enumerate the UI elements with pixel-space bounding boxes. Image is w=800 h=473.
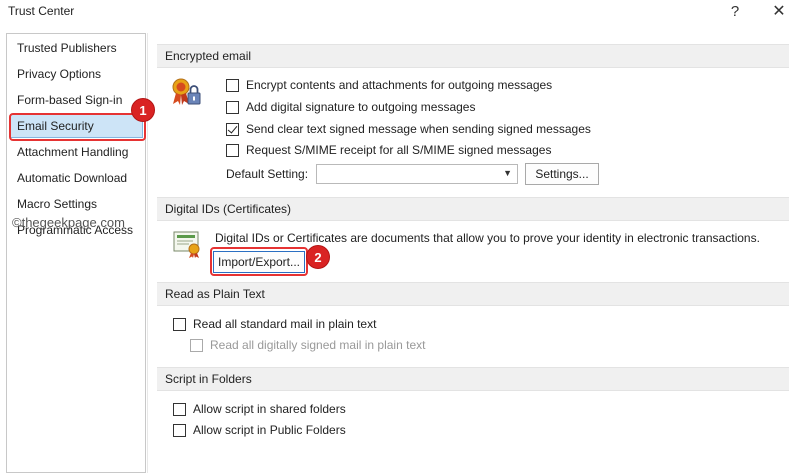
section-header-script-folders: Script in Folders — [157, 367, 789, 391]
send-clear-text-label: Send clear text signed message when send… — [246, 122, 591, 136]
close-button[interactable]: ✕ — [764, 1, 794, 25]
add-digital-signature-checkbox[interactable] — [226, 101, 239, 114]
read-standard-plain-text-label: Read all standard mail in plain text — [193, 317, 377, 331]
title-bar: Trust Center ? ✕ — [0, 0, 800, 28]
section-header-plain-text: Read as Plain Text — [157, 282, 789, 306]
sidebar-item-macro-settings[interactable]: Macro Settings — [10, 192, 143, 216]
step-badge-1: 1 — [131, 98, 155, 122]
read-standard-plain-text-checkbox[interactable] — [173, 318, 186, 331]
allow-script-public-checkbox[interactable] — [173, 424, 186, 437]
allow-script-shared-label: Allow script in shared folders — [193, 402, 346, 416]
sidebar-item-privacy-options[interactable]: Privacy Options — [10, 62, 143, 86]
dropdown-arrow-icon: ▼ — [503, 168, 512, 178]
send-clear-text-checkbox[interactable] — [226, 123, 239, 136]
sidebar-item-attachment-handling[interactable]: Attachment Handling — [10, 140, 143, 164]
read-signed-plain-text-label: Read all digitally signed mail in plain … — [210, 338, 426, 352]
sidebar-item-trusted-publishers[interactable]: Trusted Publishers — [10, 36, 143, 60]
section-header-encrypted-email: Encrypted email — [157, 44, 789, 68]
watermark: ©thegeekpage.com — [12, 215, 125, 230]
allow-script-public-label: Allow script in Public Folders — [193, 423, 346, 437]
default-setting-dropdown[interactable]: ▼ — [316, 164, 518, 184]
allow-script-shared-checkbox[interactable] — [173, 403, 186, 416]
request-smime-receipt-checkbox[interactable] — [226, 144, 239, 157]
settings-button[interactable]: Settings... — [525, 163, 599, 185]
request-smime-receipt-label: Request S/MIME receipt for all S/MIME si… — [246, 143, 552, 157]
sidebar-item-form-based-sign-in[interactable]: Form-based Sign-in — [10, 88, 143, 112]
selection-highlight-outline — [9, 113, 146, 141]
sidebar: Trusted Publishers Privacy Options Form-… — [6, 33, 146, 473]
import-export-button[interactable]: Import/Export... — [213, 251, 305, 273]
digital-ids-description: Digital IDs or Certificates are document… — [215, 231, 760, 245]
step-badge-2: 2 — [306, 245, 330, 269]
read-signed-plain-text-checkbox — [190, 339, 203, 352]
certificate-icon — [173, 230, 203, 261]
section-header-digital-ids: Digital IDs (Certificates) — [157, 197, 789, 221]
help-button[interactable]: ? — [720, 1, 750, 25]
encrypt-contents-checkbox[interactable] — [226, 79, 239, 92]
main-panel: Encrypted email Encrypt contents and att… — [147, 33, 800, 473]
add-digital-signature-label: Add digital signature to outgoing messag… — [246, 100, 476, 114]
default-setting-label: Default Setting: — [226, 167, 309, 181]
window-title: Trust Center — [8, 4, 75, 18]
encrypt-lock-icon — [169, 77, 203, 110]
sidebar-item-automatic-download[interactable]: Automatic Download — [10, 166, 143, 190]
encrypt-contents-label: Encrypt contents and attachments for out… — [246, 78, 553, 92]
